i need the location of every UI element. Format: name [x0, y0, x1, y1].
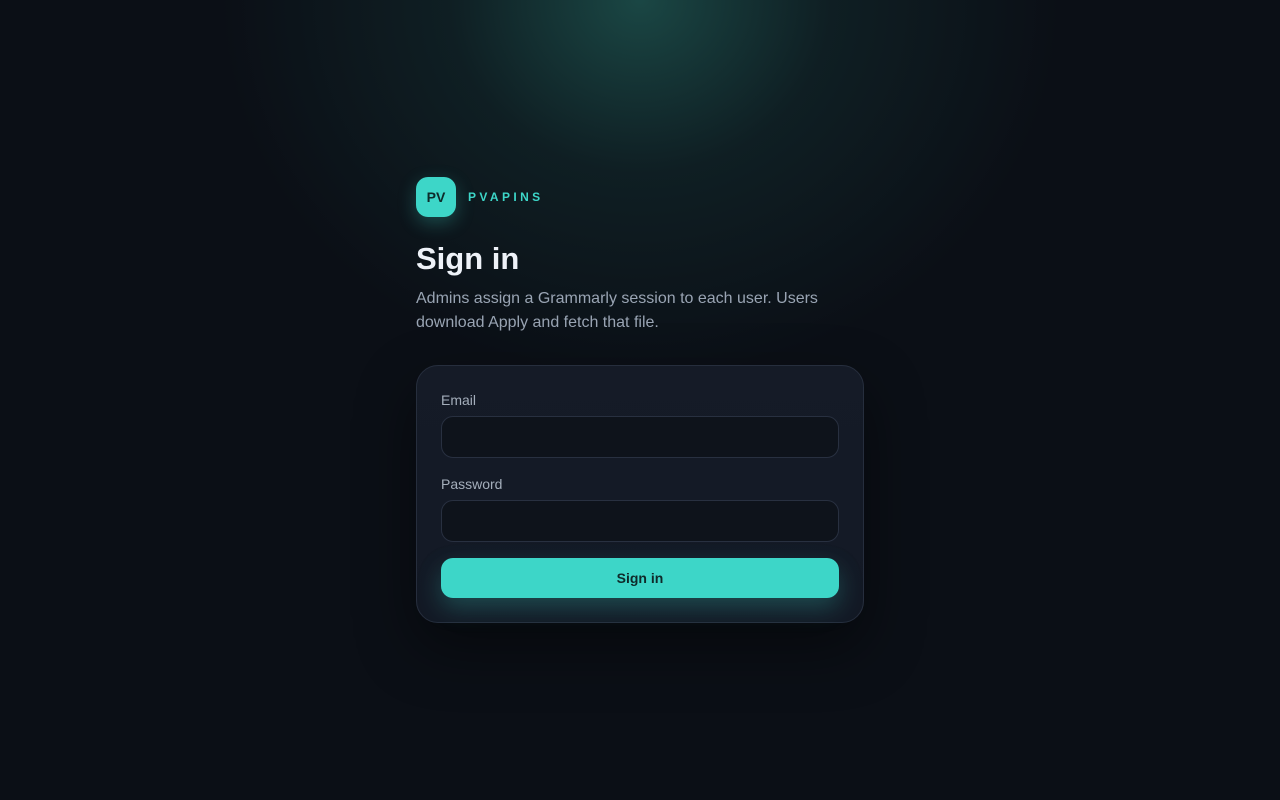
sign-in-panel: PV PVAPINS Sign in Admins assign a Gramm…: [416, 177, 864, 623]
password-field[interactable]: [441, 500, 839, 542]
brand: PV PVAPINS: [416, 177, 864, 217]
email-field[interactable]: [441, 416, 839, 458]
password-label: Password: [441, 476, 503, 492]
brand-logo: PV: [416, 177, 456, 217]
page-subtitle: Admins assign a Grammarly session to eac…: [416, 290, 818, 331]
brand-name: PVAPINS: [468, 190, 544, 204]
sign-in-form: Email Password Sign in: [416, 365, 864, 623]
brand-logo-text: PV: [426, 189, 446, 205]
sign-in-button[interactable]: Sign in: [441, 558, 839, 598]
page-title: Sign in: [416, 241, 520, 276]
email-label: Email: [441, 392, 477, 408]
